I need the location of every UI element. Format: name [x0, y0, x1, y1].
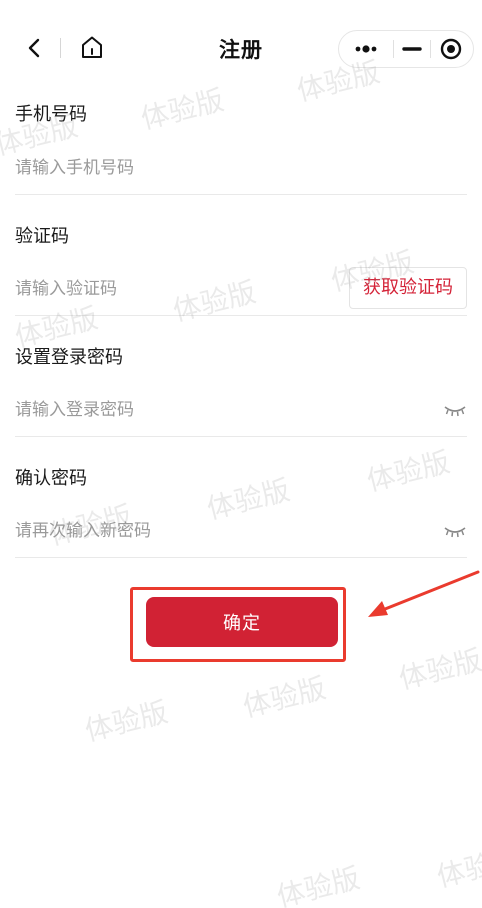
minimize-button[interactable] — [394, 31, 430, 67]
get-code-button[interactable]: 获取验证码 — [349, 267, 467, 309]
eye-closed-icon — [444, 527, 466, 538]
mini-program-capsule — [338, 30, 474, 68]
divider — [15, 557, 467, 558]
watermark: 体验版 — [363, 445, 454, 498]
watermark: 体验版 — [395, 643, 482, 696]
password-input[interactable] — [15, 395, 425, 425]
watermark: 体验版 — [81, 695, 172, 748]
more-button[interactable] — [339, 31, 393, 67]
eye-closed-icon — [444, 406, 466, 417]
annotation-arrow-icon — [368, 570, 480, 617]
minimize-icon — [402, 47, 422, 51]
phone-input[interactable] — [15, 153, 455, 183]
toggle-confirm-password-visibility[interactable] — [442, 524, 468, 540]
close-capsule-button[interactable] — [431, 31, 473, 67]
watermark: 体验版 — [239, 671, 330, 724]
divider — [15, 194, 467, 195]
divider — [15, 436, 467, 437]
code-label: 验证码 — [15, 226, 69, 247]
divider — [15, 315, 467, 316]
navigation-bar: 注册 — [0, 0, 482, 96]
watermark: 体验版 — [273, 861, 364, 908]
more-icon — [355, 45, 377, 53]
watermark: 体验版 — [433, 841, 482, 894]
code-input[interactable] — [15, 274, 335, 304]
password-label: 设置登录密码 — [15, 347, 123, 368]
phone-label: 手机号码 — [15, 104, 87, 125]
confirm-password-label: 确认密码 — [15, 468, 87, 489]
close-capsule-icon — [440, 38, 462, 60]
toggle-password-visibility[interactable] — [442, 403, 468, 419]
confirm-password-input[interactable] — [15, 516, 425, 546]
confirm-button[interactable]: 确定 — [146, 597, 338, 647]
